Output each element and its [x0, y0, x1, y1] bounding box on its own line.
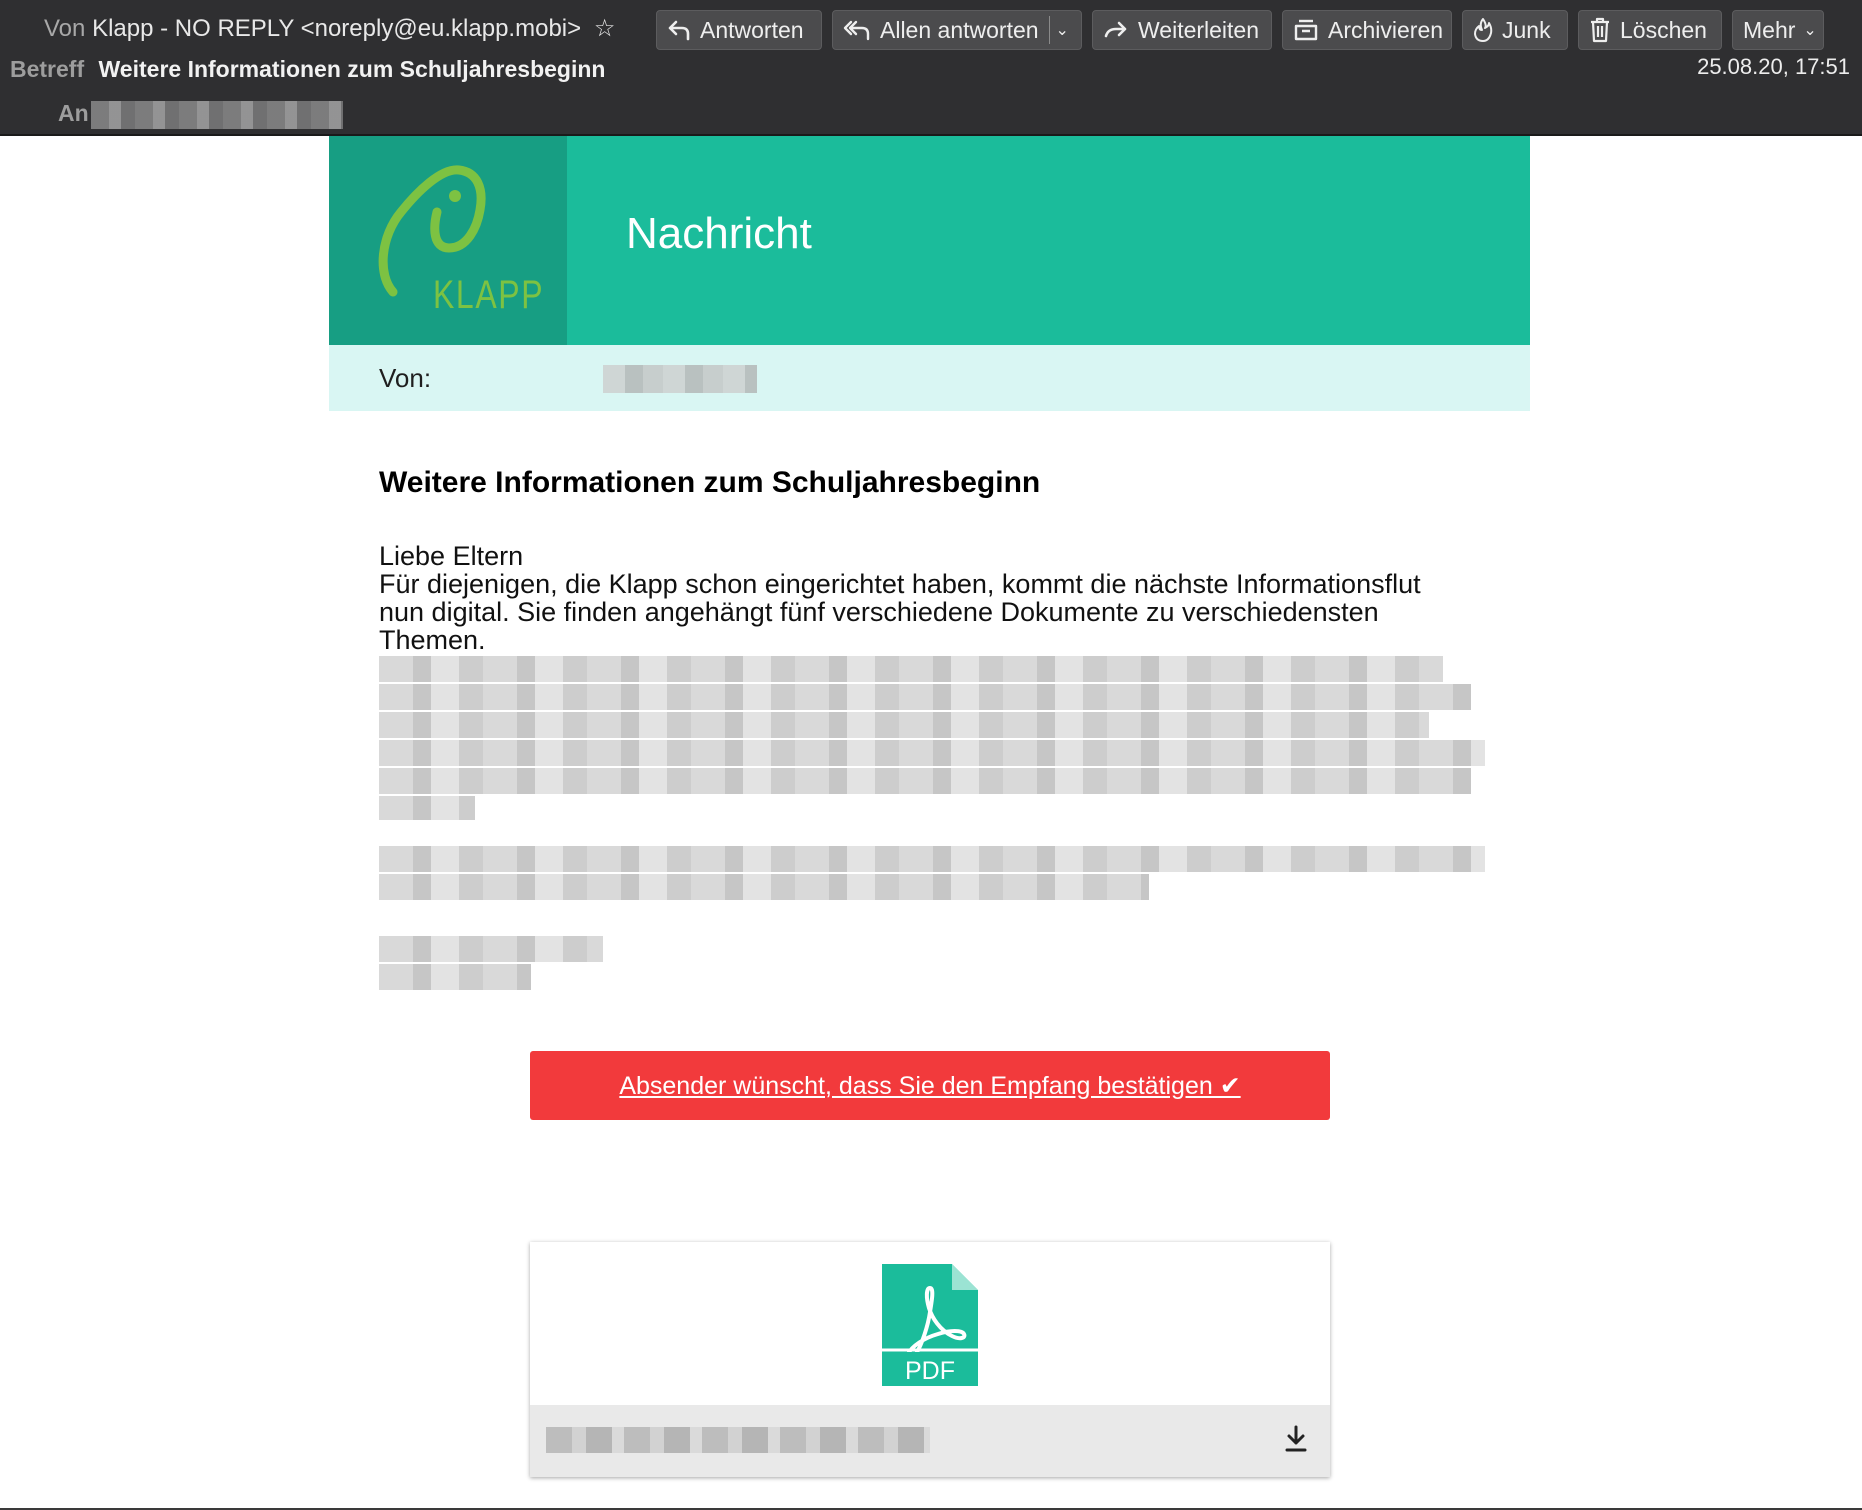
mail-toolbar: Antworten Allen antworten ⌄ Weiterleiten… [656, 10, 1824, 52]
attachment-footer [530, 1405, 1330, 1477]
reply-label: Antworten [700, 16, 804, 43]
flame-icon [1473, 17, 1493, 43]
archive-button[interactable]: Archivieren [1282, 10, 1452, 50]
reply-all-button[interactable]: Allen antworten ⌄ [832, 10, 1082, 50]
confirm-receipt-button[interactable]: Absender wünscht, dass Sie den Empfang b… [530, 1051, 1330, 1120]
from-value[interactable]: Klapp - NO REPLY <noreply@eu.klapp.mobi> [92, 15, 581, 42]
sender-label: Von: [379, 363, 432, 393]
klapp-logo: KLAPP [329, 136, 567, 345]
junk-label: Junk [1502, 16, 1551, 43]
redacted-text [379, 964, 531, 990]
forward-button[interactable]: Weiterleiten [1092, 10, 1272, 50]
forward-icon [1103, 20, 1129, 40]
subject-label: Betreff [10, 56, 85, 82]
subject-line: Betreff Weitere Informationen zum Schulj… [10, 56, 605, 83]
redacted-text [379, 936, 603, 962]
attachment-name-redacted [546, 1427, 930, 1453]
reply-all-icon [843, 19, 871, 41]
reply-button[interactable]: Antworten [656, 10, 822, 50]
mail-date: 25.08.20, 17:51 [1697, 54, 1850, 79]
delete-button[interactable]: Löschen [1578, 10, 1722, 50]
more-button[interactable]: Mehr ⌄ [1732, 10, 1824, 50]
chevron-down-icon[interactable]: ⌄ [1056, 20, 1069, 40]
from-label: Von [44, 15, 86, 42]
message-banner: KLAPP Nachricht [329, 136, 1530, 345]
redacted-text [379, 712, 1429, 738]
split-divider [1048, 16, 1050, 44]
trash-icon [1589, 17, 1611, 43]
banner-title: Nachricht [626, 209, 812, 258]
from-line: Von Klapp - NO REPLY <noreply@eu.klapp.m… [44, 14, 615, 43]
redacted-text [379, 846, 1485, 872]
body-line-2: nun digital. Sie finden angehängt fünf v… [379, 597, 1379, 627]
reply-icon [667, 19, 691, 41]
body-line-3: Themen. [379, 625, 486, 655]
more-label: Mehr [1743, 16, 1796, 43]
reply-all-label: Allen antworten [880, 16, 1039, 43]
star-icon[interactable]: ☆ [594, 15, 616, 42]
message-title: Weitere Informationen zum Schuljahresbeg… [379, 466, 1041, 499]
redacted-text [379, 656, 1443, 682]
redacted-text [379, 740, 1485, 766]
klapp-logo-icon: KLAPP [378, 165, 544, 317]
chevron-down-icon: ⌄ [1803, 22, 1817, 39]
redacted-text [379, 768, 1471, 794]
redacted-text [379, 796, 475, 820]
sender-redacted [603, 365, 757, 393]
redacted-text [379, 684, 1471, 710]
mail-header: Von Klapp - NO REPLY <noreply@eu.klapp.m… [0, 0, 1862, 136]
logo-text: KLAPP [433, 272, 544, 317]
to-line: An [58, 100, 343, 129]
archive-label: Archivieren [1328, 16, 1444, 43]
sender-row: Von: [329, 345, 1530, 411]
to-redacted [90, 100, 343, 129]
pdf-file-icon: PDF [882, 1264, 978, 1386]
greeting-text: Liebe Eltern [379, 541, 524, 571]
to-label: An [58, 100, 89, 126]
attachment-card[interactable]: PDF [530, 1242, 1330, 1477]
confirm-receipt-label: Absender wünscht, dass Sie den Empfang b… [619, 1071, 1241, 1100]
subject-value: Weitere Informationen zum Schuljahresbeg… [98, 56, 606, 82]
delete-label: Löschen [1620, 16, 1707, 43]
junk-button[interactable]: Junk [1462, 10, 1568, 50]
body-line-1: Für diejenigen, die Klapp schon eingeric… [379, 569, 1421, 599]
download-icon[interactable] [1284, 1423, 1308, 1455]
redacted-text [379, 874, 1149, 900]
archive-icon [1293, 18, 1319, 42]
pdf-label: PDF [905, 1357, 955, 1385]
forward-label: Weiterleiten [1138, 16, 1260, 43]
